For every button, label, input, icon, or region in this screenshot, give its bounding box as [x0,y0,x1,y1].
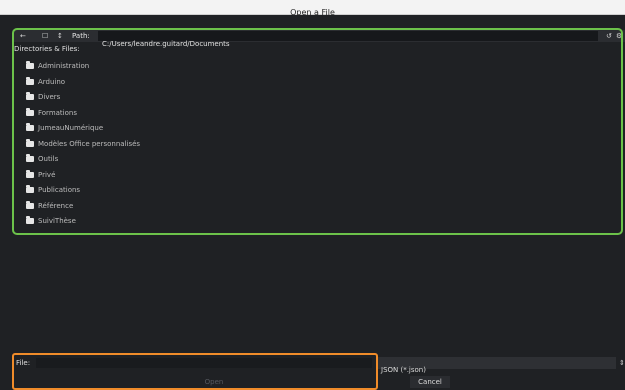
chevron-down-icon[interactable]: ⇕ [619,357,625,369]
folder-icon [26,61,34,69]
file-name-input[interactable] [36,366,376,376]
folder-icon [26,138,34,147]
folder-icon [26,185,34,193]
refresh-icon[interactable]: ↺ [606,30,612,42]
list-item[interactable]: Divers [14,89,624,105]
open-button[interactable]: Open [200,377,228,387]
folder-icon [26,92,34,100]
list-item[interactable]: SuiviThèse [14,213,624,229]
arrow-left-icon[interactable]: ← [20,30,26,42]
folder-icon [26,76,34,85]
list-item[interactable]: Administration [14,58,624,74]
gear-icon[interactable]: ⚙ [616,30,622,42]
list-item[interactable]: Arduino [14,74,624,90]
sort-icon[interactable]: ↕ [57,30,63,42]
list-item[interactable]: Modèles Office personnalisés [14,136,624,152]
filter-value: JSON (*.json) [381,366,426,374]
list-item[interactable]: Privé [14,167,624,183]
file-name-field[interactable] [36,358,376,376]
path-input[interactable]: C:/Users/leandre.guitard/Documents [98,31,598,48]
path-value: C:/Users/leandre.guitard/Documents [102,40,230,48]
list-item[interactable]: Formations [14,105,624,121]
cancel-button[interactable]: Cancel [410,376,450,388]
window-titlebar: Open a File [0,0,625,17]
list-item[interactable]: Outils [14,151,624,167]
path-label: Path: [72,32,90,40]
list-item[interactable]: Référence [14,198,624,214]
path-toolbar: ← ☐ ↕ Path: C:/Users/leandre.guitard/Doc… [12,30,625,48]
folder-icon [26,154,34,162]
new-folder-icon[interactable]: ☐ [42,30,48,42]
list-item[interactable]: Publications [14,182,624,198]
list-header: Directories & Files: [14,45,80,53]
open-file-dialog: Open a File ← ☐ ↕ Path: C:/Users/leandre… [0,0,625,390]
folder-icon [26,200,34,209]
file-type-filter[interactable]: JSON (*.json) [378,357,616,374]
folder-icon [26,123,34,131]
folder-icon [26,216,34,224]
directory-list: Administration Arduino Divers Formations… [14,58,624,229]
list-item[interactable]: JumeauNumérique [14,120,624,136]
folder-icon [26,107,34,116]
folder-icon [26,169,34,178]
window-title: Open a File [290,8,335,17]
file-label: File: [16,359,31,367]
